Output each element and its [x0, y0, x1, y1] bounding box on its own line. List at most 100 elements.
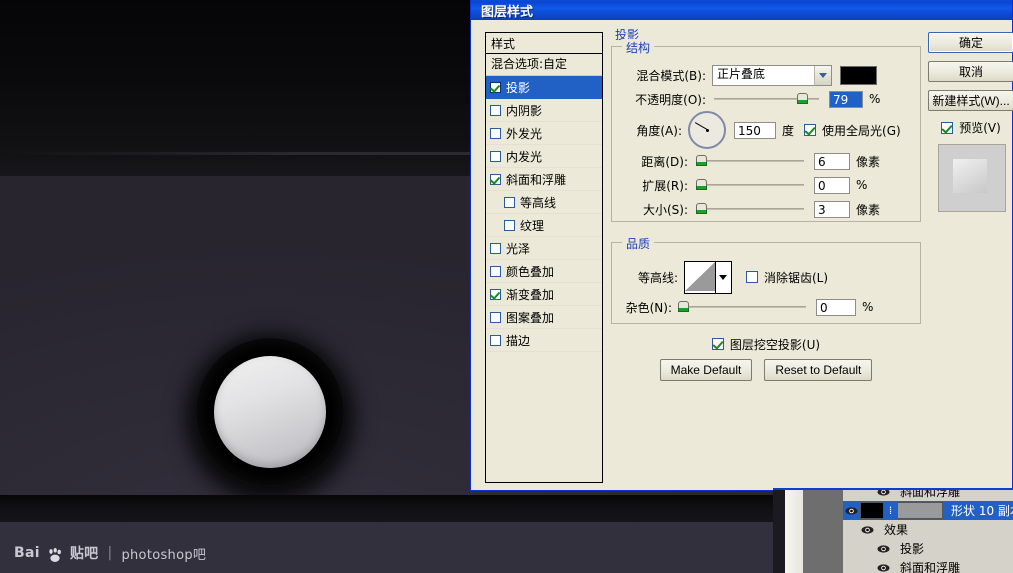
artwork-round-button: [196, 338, 344, 486]
effect-checkbox[interactable]: [490, 335, 501, 346]
structure-group: 结构 混合模式(B): 正片叠底 不透明度(O):: [611, 46, 921, 222]
slider-thumb[interactable]: [696, 155, 707, 167]
effect-checkbox[interactable]: [490, 174, 501, 185]
spread-slider[interactable]: [696, 178, 804, 192]
effect-checkbox[interactable]: [490, 312, 501, 323]
effect-checkbox[interactable]: [504, 220, 515, 231]
layer-effect-row[interactable]: 斜面和浮雕: [843, 558, 1013, 573]
slider-track: [696, 208, 804, 210]
slider-thumb[interactable]: [678, 301, 689, 313]
opacity-input[interactable]: 79: [829, 91, 863, 108]
watermark-brand-cn: 贴吧: [70, 543, 99, 563]
ok-button[interactable]: 确定: [928, 32, 1013, 53]
link-icon[interactable]: ⁞: [886, 504, 895, 517]
effect-label: 等高线: [520, 194, 556, 211]
effect-label: 图案叠加: [506, 309, 554, 326]
knockout-row: 图层挖空投影(U): [611, 332, 921, 356]
styles-list-box: 混合选项:自定 投影内阴影外发光内发光斜面和浮雕等高线纹理光泽颜色叠加渐变叠加图…: [485, 54, 603, 483]
styles-list-header[interactable]: 样式: [485, 32, 603, 54]
eye-visibility-icon[interactable]: [875, 488, 892, 497]
shadow-color-swatch[interactable]: [840, 66, 877, 85]
preview-row: 预览(V): [928, 119, 1013, 136]
blending-options-item[interactable]: 混合选项:自定: [486, 54, 602, 76]
eye-visibility-icon[interactable]: [859, 525, 876, 535]
slider-thumb[interactable]: [797, 93, 808, 105]
size-unit: 像素: [856, 201, 880, 218]
structure-legend: 结构: [622, 39, 654, 56]
layer-row[interactable]: ⁞形状 10 副本: [843, 501, 1013, 520]
layer-name: 效果: [884, 521, 908, 538]
layers-palette: 斜面和浮雕⁞形状 10 副本效果投影斜面和浮雕: [773, 488, 1013, 573]
contour-picker[interactable]: [684, 261, 732, 294]
eye-visibility-icon[interactable]: [875, 544, 892, 554]
effect-checkbox[interactable]: [490, 128, 501, 139]
make-default-button[interactable]: Make Default: [660, 359, 753, 381]
opacity-label: 不透明度(O):: [622, 91, 706, 108]
effect-item-4[interactable]: 斜面和浮雕: [486, 168, 602, 191]
effect-item-11[interactable]: 描边: [486, 329, 602, 352]
angle-input[interactable]: 150: [734, 122, 776, 139]
angle-dial[interactable]: [688, 111, 726, 149]
noise-slider[interactable]: [678, 300, 806, 314]
blend-mode-select[interactable]: 正片叠底: [712, 65, 832, 86]
layer-effect-row[interactable]: 斜面和浮雕: [843, 488, 1013, 501]
slider-thumb[interactable]: [696, 179, 707, 191]
angle-label: 角度(A):: [622, 122, 682, 139]
watermark-brand: Bai: [14, 545, 40, 561]
layer-effect-row[interactable]: 投影: [843, 539, 1013, 558]
distance-slider[interactable]: [696, 154, 804, 168]
effect-settings-panel: 投影 结构 混合模式(B): 正片叠底 不透明度(O):: [611, 32, 921, 382]
effect-item-9[interactable]: 渐变叠加: [486, 283, 602, 306]
layer-effect-row[interactable]: 效果: [843, 520, 1013, 539]
blend-mode-label: 混合模式(B):: [622, 67, 706, 84]
knockout-checkbox[interactable]: [712, 338, 724, 350]
quality-group: 品质 等高线: 消除锯齿(L): [611, 242, 921, 324]
palette-light-strip: [785, 490, 803, 573]
effect-item-3[interactable]: 内发光: [486, 145, 602, 168]
preview-checkbox[interactable]: [941, 122, 953, 134]
effect-checkbox[interactable]: [490, 82, 501, 93]
slider-thumb[interactable]: [696, 203, 707, 215]
effect-label: 内发光: [506, 148, 542, 165]
effect-checkbox[interactable]: [490, 151, 501, 162]
effect-item-0[interactable]: 投影: [486, 76, 602, 99]
effect-label: 描边: [506, 332, 530, 349]
dialog-action-column: 确定 取消 新建样式(W)... 预览(V): [928, 32, 1013, 212]
effect-item-6[interactable]: 纹理: [486, 214, 602, 237]
effect-item-1[interactable]: 内阴影: [486, 99, 602, 122]
effect-checkbox[interactable]: [490, 243, 501, 254]
slider-track: [696, 184, 804, 186]
cancel-button[interactable]: 取消: [928, 61, 1013, 82]
eye-visibility-icon[interactable]: [875, 563, 892, 573]
slider-track: [696, 160, 804, 162]
effect-checkbox[interactable]: [490, 105, 501, 116]
opacity-slider[interactable]: [714, 92, 819, 106]
noise-label: 杂色(N):: [622, 299, 672, 316]
global-light-checkbox[interactable]: [804, 124, 816, 136]
baidu-paw-icon: [47, 547, 63, 563]
effect-item-10[interactable]: 图案叠加: [486, 306, 602, 329]
eye-visibility-icon[interactable]: [843, 506, 860, 516]
spread-input[interactable]: 0: [814, 177, 850, 194]
effect-item-2[interactable]: 外发光: [486, 122, 602, 145]
effect-checkbox[interactable]: [490, 266, 501, 277]
effect-item-7[interactable]: 光泽: [486, 237, 602, 260]
effect-checkbox[interactable]: [490, 289, 501, 300]
noise-input[interactable]: 0: [816, 299, 856, 316]
size-input[interactable]: 3: [814, 201, 850, 218]
angle-unit: 度: [782, 122, 794, 139]
new-style-button[interactable]: 新建样式(W)...: [928, 90, 1013, 111]
size-slider[interactable]: [696, 202, 804, 216]
effect-label: 纹理: [520, 217, 544, 234]
effect-checkbox[interactable]: [504, 197, 515, 208]
dialog-titlebar[interactable]: 图层样式: [471, 0, 1012, 20]
antialias-checkbox[interactable]: [746, 271, 758, 283]
dialog-title: 图层样式: [481, 1, 533, 20]
dialog-body: 样式 混合选项:自定 投影内阴影外发光内发光斜面和浮雕等高线纹理光泽颜色叠加渐变…: [471, 20, 1012, 489]
reset-to-default-button[interactable]: Reset to Default: [764, 359, 872, 381]
distance-input[interactable]: 6: [814, 153, 850, 170]
palette-left-dark-strip: [773, 490, 785, 573]
effect-item-8[interactable]: 颜色叠加: [486, 260, 602, 283]
styles-list-column: 样式 混合选项:自定 投影内阴影外发光内发光斜面和浮雕等高线纹理光泽颜色叠加渐变…: [485, 32, 603, 483]
effect-item-5[interactable]: 等高线: [486, 191, 602, 214]
